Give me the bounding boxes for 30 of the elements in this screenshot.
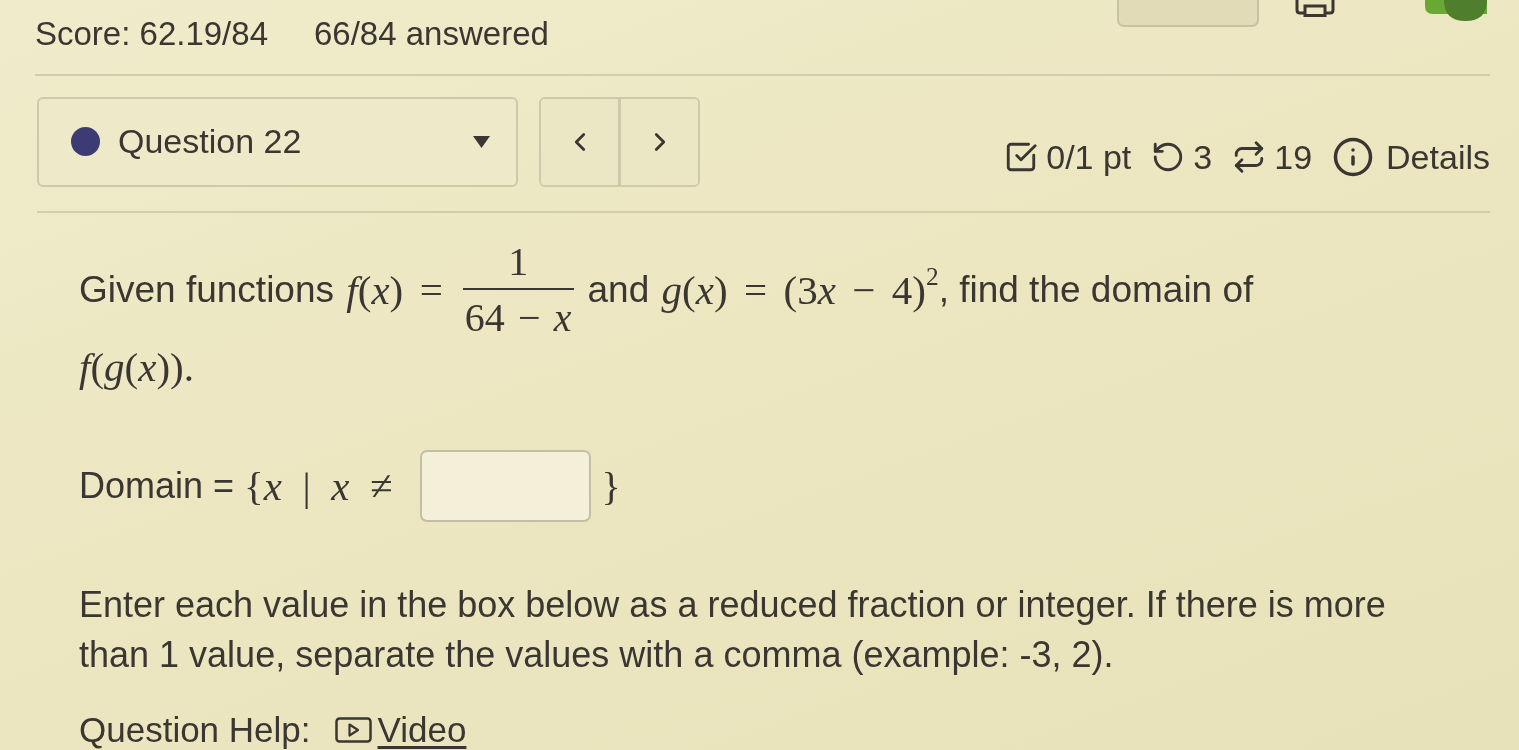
toolbar-button-edge[interactable] xyxy=(1117,0,1259,27)
instructions-text: Enter each value in the box below as a reduced fraction or integer. If there is more than 1 value, separate the values with a comma (example: -3, 2). xyxy=(79,583,1387,677)
score-text: Score: 62.19/84 xyxy=(35,14,268,54)
prompt-text: and xyxy=(587,268,650,310)
count-text: 3 xyxy=(1193,138,1213,175)
printer-icon[interactable] xyxy=(1295,0,1335,17)
fraction-numerator: 1 xyxy=(462,239,574,290)
video-link[interactable]: Video xyxy=(334,710,467,750)
info-icon xyxy=(1332,135,1375,178)
prompt-text: Given functions xyxy=(79,268,335,310)
points-text: 0/1 pt xyxy=(1046,138,1132,175)
fraction-denominator: 64 − x xyxy=(463,293,573,340)
count-text: 19 xyxy=(1274,138,1313,175)
next-button[interactable] xyxy=(618,98,698,185)
help-label: Question Help: xyxy=(79,710,311,750)
answer-input[interactable] xyxy=(420,450,592,522)
prompt-text: , find the domain of xyxy=(938,268,1254,310)
domain-label: Domain = xyxy=(79,465,235,507)
math-expression: f(g(x)). xyxy=(79,344,194,390)
math-expression: {x | x ≠ xyxy=(244,462,393,510)
caret-icon xyxy=(473,135,490,148)
math-expression: f(x) = xyxy=(346,266,443,313)
details-button[interactable]: Details xyxy=(1332,135,1490,178)
play-icon xyxy=(334,717,372,743)
question-dropdown[interactable]: Question 22 xyxy=(37,96,518,187)
closing-brace: } xyxy=(601,462,621,510)
toggle-switch[interactable] xyxy=(1425,0,1487,21)
answered-count: 66/84 answered xyxy=(314,14,549,54)
status-dot-icon xyxy=(71,127,100,157)
math-expression: g(x) = (3x − 4)$^{2}$ xyxy=(661,266,939,313)
